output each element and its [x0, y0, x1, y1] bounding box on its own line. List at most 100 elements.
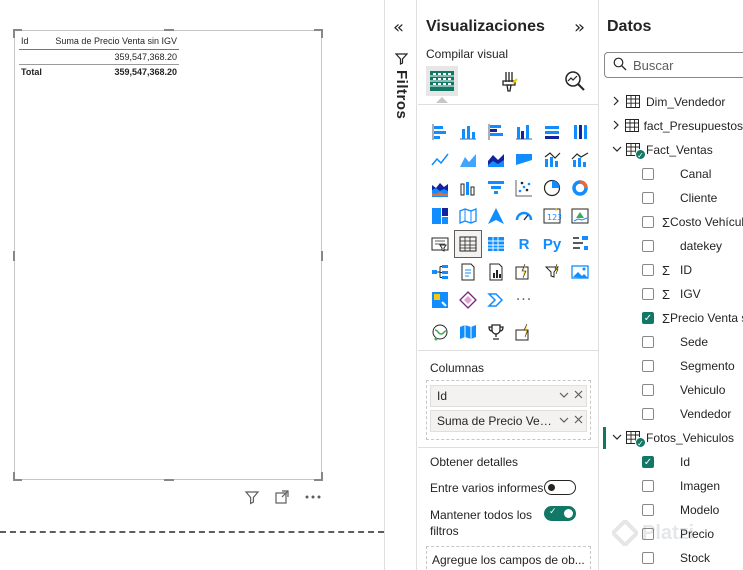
field-checkbox[interactable] — [642, 264, 654, 276]
matrix-icon[interactable] — [482, 230, 510, 258]
focus-mode-icon[interactable] — [274, 489, 290, 505]
field-pill-id[interactable]: Id — [430, 385, 587, 407]
kpi-icon[interactable] — [566, 202, 594, 230]
field-checkbox[interactable] — [642, 288, 654, 300]
table-node[interactable]: ✓ Fact_Ventas — [600, 138, 743, 162]
table-row[interactable]: 359,547,368.20 — [19, 50, 179, 65]
power-automate-icon[interactable] — [454, 286, 482, 314]
chevron-right-icon[interactable] — [612, 96, 624, 109]
key-influencers-icon[interactable] — [566, 230, 594, 258]
field-node[interactable]: datekey — [600, 234, 743, 258]
report-canvas[interactable]: Id Suma de Precio Venta sin IGV 359,547,… — [0, 0, 384, 570]
gauge-icon[interactable] — [510, 202, 538, 230]
resize-handle-top[interactable] — [164, 29, 174, 31]
line-and-clustered-column-chart-icon[interactable] — [566, 146, 594, 174]
more-options-icon[interactable] — [304, 489, 322, 505]
search-input[interactable] — [633, 57, 733, 73]
field-node[interactable]: Σ Costo Vehículo — [600, 210, 743, 234]
table-header-precio[interactable]: Suma de Precio Venta sin IGV — [49, 36, 179, 46]
field-checkbox[interactable] — [642, 480, 654, 492]
resize-handle-right[interactable] — [321, 251, 323, 261]
chevron-down-icon[interactable] — [556, 390, 571, 402]
table-header-id[interactable]: Id — [19, 36, 49, 46]
collapse-visualizations-icon[interactable]: » — [574, 17, 585, 38]
goals-trophy-icon[interactable] — [482, 318, 510, 346]
analytics-tab[interactable] — [559, 66, 591, 96]
paginated-report-icon[interactable] — [482, 258, 510, 286]
field-checkbox[interactable] — [642, 384, 654, 396]
python-visual-icon[interactable]: Py — [538, 230, 566, 258]
field-checkbox[interactable] — [642, 552, 654, 564]
filters-pane-collapsed[interactable]: « Filtros — [384, 0, 417, 570]
map-icon[interactable] — [454, 202, 482, 230]
table-node[interactable]: Dim_Vendedor — [600, 90, 743, 114]
donut-chart-icon[interactable] — [566, 174, 594, 202]
field-node[interactable]: Imagen — [600, 474, 743, 498]
field-checkbox[interactable] — [642, 192, 654, 204]
field-checkbox[interactable] — [642, 360, 654, 372]
resize-handle-top-right[interactable] — [314, 29, 323, 38]
resize-handle-bottom-left[interactable] — [13, 472, 22, 481]
pie-chart-icon[interactable] — [538, 174, 566, 202]
scatter-chart-icon[interactable] — [510, 174, 538, 202]
stacked-area-chart-icon[interactable] — [482, 146, 510, 174]
format-visual-tab[interactable] — [493, 66, 525, 96]
field-checkbox[interactable]: ✓ — [642, 456, 654, 468]
field-node[interactable]: Segmento — [600, 354, 743, 378]
keep-all-filters-toggle[interactable]: ✓ — [544, 506, 576, 521]
shape-map-icon[interactable] — [454, 318, 482, 346]
field-checkbox[interactable]: ✓ — [642, 312, 654, 324]
funnel-chart-icon[interactable] — [482, 174, 510, 202]
cross-report-toggle[interactable] — [544, 480, 576, 495]
resize-handle-left[interactable] — [13, 251, 15, 261]
chevron-down-icon[interactable] — [612, 145, 624, 156]
chevron-down-icon[interactable] — [612, 433, 624, 444]
field-node[interactable]: Σ ID — [600, 258, 743, 282]
azure-map-icon[interactable] — [482, 202, 510, 230]
resize-handle-bottom-right[interactable] — [314, 472, 323, 481]
100-stacked-column-chart-icon[interactable] — [566, 118, 594, 146]
slicer-icon[interactable] — [426, 230, 454, 258]
metrics-visual-icon[interactable] — [538, 258, 566, 286]
field-checkbox[interactable] — [642, 336, 654, 348]
line-chart-icon[interactable] — [426, 146, 454, 174]
filter-icon[interactable] — [244, 489, 260, 505]
chevron-down-icon[interactable] — [556, 415, 571, 427]
arcgis-map-icon[interactable] — [426, 318, 454, 346]
field-node[interactable]: Sede — [600, 330, 743, 354]
field-checkbox[interactable] — [642, 504, 654, 516]
image-visual-icon[interactable] — [566, 258, 594, 286]
qa-visual-icon[interactable] — [454, 258, 482, 286]
field-checkbox[interactable] — [642, 240, 654, 252]
ribbon-chart-icon[interactable] — [510, 146, 538, 174]
scatter-columns-chart-icon[interactable] — [454, 174, 482, 202]
field-node[interactable]: ✓ Id — [600, 450, 743, 474]
build-visual-tab[interactable] — [426, 66, 458, 103]
clustered-column-chart-icon[interactable] — [510, 118, 538, 146]
columns-field-well[interactable]: Id Suma de Precio Venta... — [426, 380, 591, 440]
100-stacked-bar-chart-icon[interactable] — [538, 118, 566, 146]
drillthrough-field-well[interactable]: Agregue los campos de ob... — [426, 546, 591, 570]
waterfall-chart-icon[interactable] — [426, 174, 454, 202]
field-node[interactable]: Vendedor — [600, 402, 743, 426]
treemap-icon[interactable] — [426, 202, 454, 230]
onboarding-visual-icon[interactable] — [510, 318, 538, 346]
table-node[interactable]: fact_Presupuestos — [600, 114, 743, 138]
stacked-bar-chart-icon[interactable] — [426, 118, 454, 146]
expand-filters-icon[interactable]: « — [393, 17, 404, 38]
remove-field-icon[interactable] — [571, 390, 586, 402]
search-box[interactable] — [604, 52, 743, 78]
remove-field-icon[interactable] — [571, 415, 586, 427]
field-node[interactable]: Stock — [600, 546, 743, 570]
table-visual-icon[interactable] — [454, 230, 482, 258]
field-checkbox[interactable] — [642, 216, 654, 228]
r-script-visual-icon[interactable]: R — [510, 230, 538, 258]
stacked-column-chart-icon[interactable] — [454, 118, 482, 146]
field-checkbox[interactable] — [642, 408, 654, 420]
card-icon[interactable]: 123 — [538, 202, 566, 230]
decomposition-tree-icon[interactable] — [426, 258, 454, 286]
field-node[interactable]: Canal — [600, 162, 743, 186]
field-node[interactable]: Σ IGV — [600, 282, 743, 306]
chevron-right-icon[interactable] — [612, 120, 623, 133]
field-node[interactable]: Modelo — [600, 498, 743, 522]
